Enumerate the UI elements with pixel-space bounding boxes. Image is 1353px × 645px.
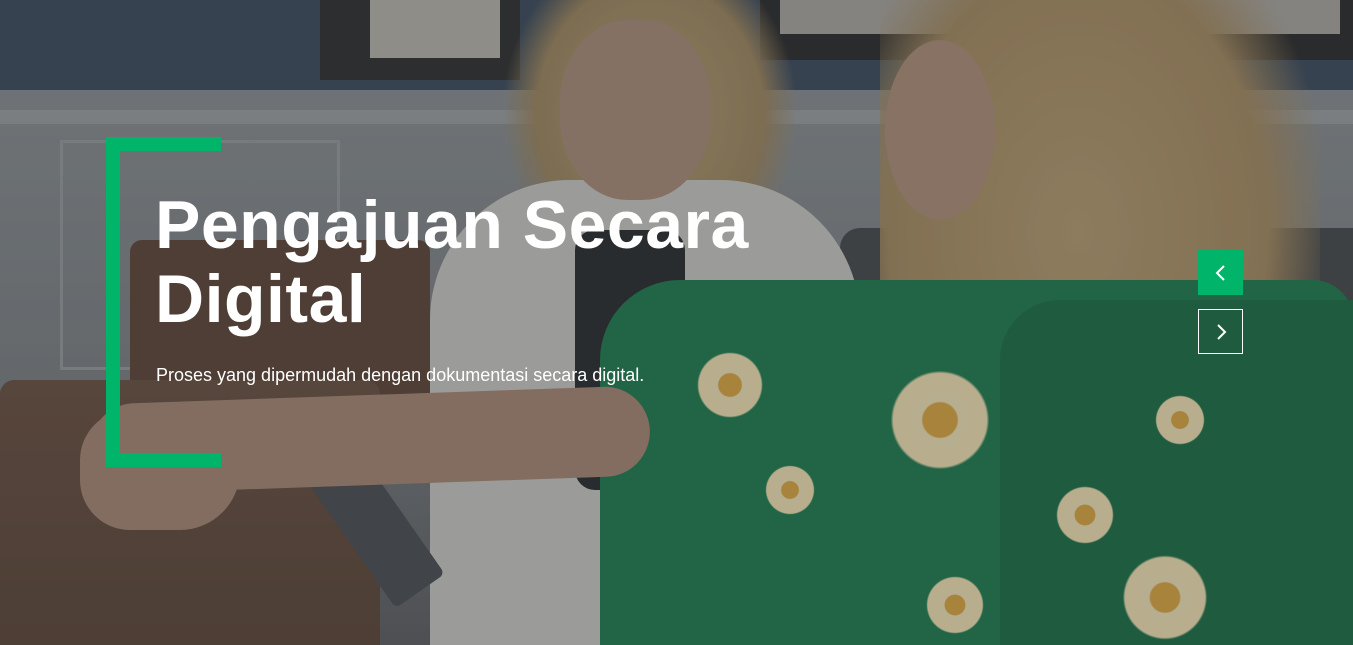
slider-next-button[interactable] <box>1198 309 1243 354</box>
hero-subtitle: Proses yang dipermudah dengan dokumentas… <box>156 365 645 385</box>
slider-prev-button[interactable] <box>1198 250 1243 295</box>
chevron-right-icon <box>1216 323 1226 340</box>
hero-slider: Pengajuan Secara Digital Proses yang dip… <box>0 0 1353 645</box>
hero-title: Pengajuan Secara Digital <box>155 187 749 337</box>
chevron-left-icon <box>1215 264 1225 281</box>
